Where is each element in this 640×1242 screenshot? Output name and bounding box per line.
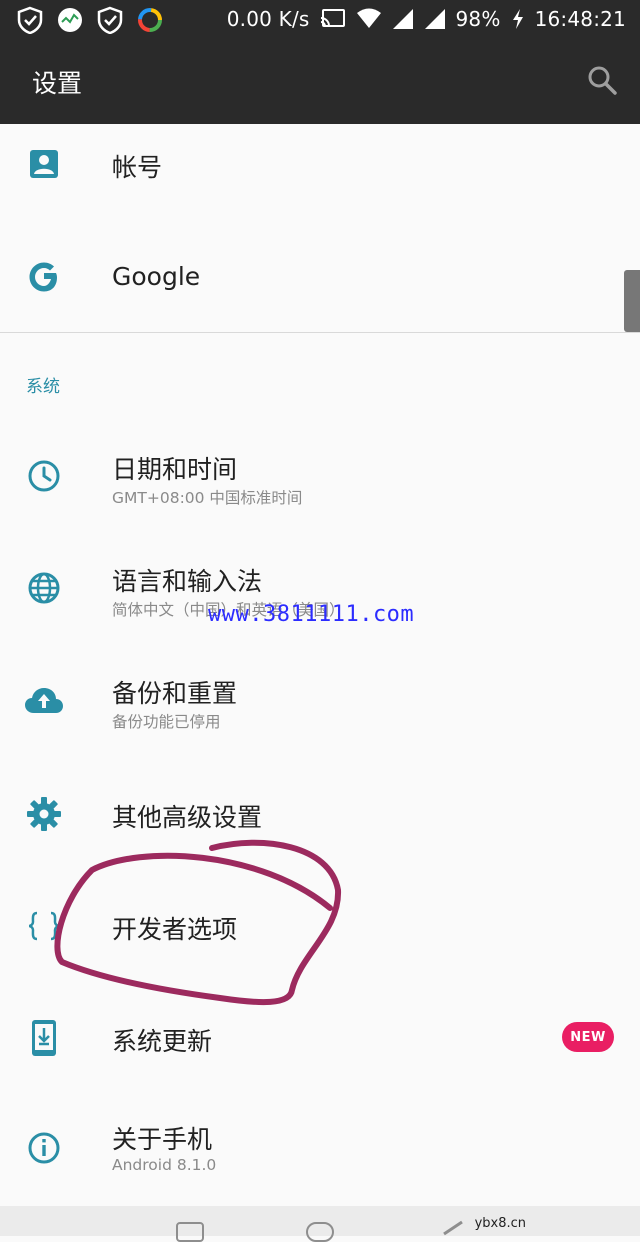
shield-check-icon bbox=[17, 6, 43, 34]
settings-item-backup-reset[interactable]: 备份和重置 备份功能已停用 bbox=[0, 660, 640, 750]
app-bar: 设置 bbox=[0, 40, 640, 124]
google-g-icon bbox=[22, 255, 66, 299]
settings-item-advanced[interactable]: 其他高级设置 bbox=[0, 772, 640, 856]
settings-item-developer-options[interactable]: 开发者选项 bbox=[0, 884, 640, 968]
wifi-icon bbox=[356, 8, 381, 28]
section-divider bbox=[0, 332, 640, 333]
back-button[interactable] bbox=[440, 1220, 466, 1236]
status-indicators: 0.00 K/s 98% 16:48:21 bbox=[227, 7, 626, 31]
settings-item-label: 帐号 bbox=[112, 153, 163, 182]
charging-icon bbox=[512, 9, 523, 29]
settings-item-label: 关于手机 bbox=[112, 1125, 213, 1154]
signal-icon bbox=[424, 9, 445, 29]
net-speed: 0.00 K/s bbox=[226, 7, 310, 31]
page-title: 设置 bbox=[32, 69, 83, 98]
new-badge: NEW bbox=[562, 1022, 614, 1052]
gear-icon bbox=[22, 792, 66, 836]
home-button[interactable] bbox=[306, 1222, 334, 1242]
signal-icon bbox=[392, 9, 413, 29]
notification-icons bbox=[16, 6, 164, 34]
settings-list: 帐号 Google 系统 日期和时间 GMT+08:00 中国标准时间 语言和输… bbox=[0, 124, 640, 1206]
search-button[interactable] bbox=[586, 64, 618, 100]
system-update-icon bbox=[22, 1016, 66, 1060]
settings-item-sublabel: GMT+08:00 中国标准时间 bbox=[112, 489, 303, 507]
settings-item-sublabel: 备份功能已停用 bbox=[112, 713, 221, 731]
ring-app-icon bbox=[138, 8, 162, 32]
site-watermark: ybx8.cn bbox=[474, 1216, 526, 1231]
settings-item-sublabel: Android 8.1.0 bbox=[112, 1156, 217, 1174]
settings-item-label: 开发者选项 bbox=[112, 915, 238, 944]
watermark-text: www.3811111.com bbox=[208, 602, 415, 627]
settings-item-label: 日期和时间 bbox=[112, 455, 238, 484]
settings-item-date-time[interactable]: 日期和时间 GMT+08:00 中国标准时间 bbox=[0, 436, 640, 526]
clock-time: 16:48:21 bbox=[534, 7, 626, 31]
settings-item-label: 其他高级设置 bbox=[112, 803, 263, 832]
chart-badge-icon bbox=[58, 8, 82, 32]
globe-icon bbox=[22, 566, 66, 610]
info-icon bbox=[22, 1126, 66, 1170]
account-box-icon bbox=[22, 142, 66, 186]
settings-item-about-phone[interactable]: 关于手机 Android 8.1.0 bbox=[0, 1102, 640, 1192]
cloud-upload-icon bbox=[22, 678, 66, 722]
clock-icon bbox=[22, 454, 66, 498]
section-title: 系统 bbox=[26, 377, 60, 397]
settings-item-account[interactable]: 帐号 bbox=[0, 124, 640, 208]
settings-item-system-update[interactable]: 系统更新 bbox=[0, 996, 640, 1080]
search-icon bbox=[588, 66, 617, 95]
settings-item-label: 备份和重置 bbox=[112, 679, 238, 708]
status-bar: 0.00 K/s 98% 16:48:21 bbox=[0, 0, 640, 40]
settings-item-label: 语言和输入法 bbox=[112, 567, 263, 596]
cast-icon bbox=[320, 9, 345, 27]
settings-item-google[interactable]: Google bbox=[0, 236, 640, 320]
settings-item-label: Google bbox=[112, 262, 201, 291]
navigation-bar: ybx8.cn bbox=[0, 1206, 640, 1242]
settings-item-label: 系统更新 bbox=[112, 1027, 213, 1056]
recents-button[interactable] bbox=[176, 1222, 204, 1242]
shield-check-icon bbox=[97, 6, 123, 34]
battery-percent: 98% bbox=[455, 7, 501, 31]
braces-icon bbox=[22, 904, 66, 948]
scrollbar[interactable] bbox=[624, 270, 640, 332]
